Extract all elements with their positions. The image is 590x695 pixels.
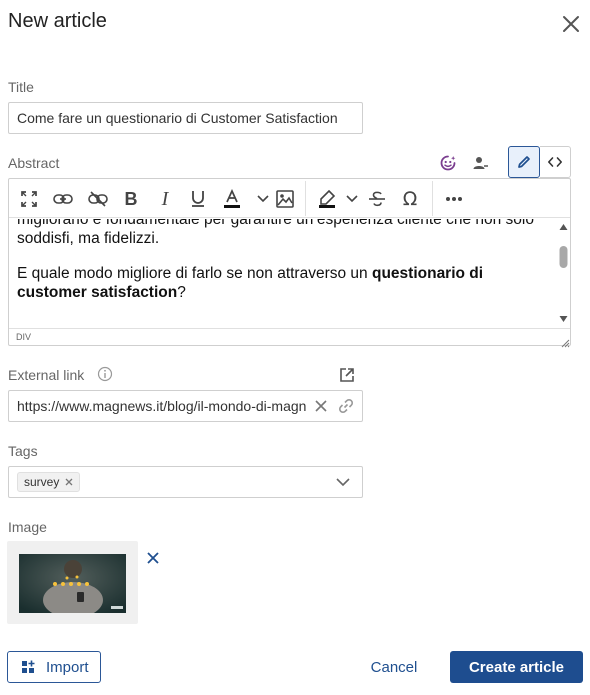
- tag-chip-label: survey: [24, 475, 60, 489]
- clear-icon[interactable]: [313, 398, 329, 414]
- info-icon[interactable]: [96, 365, 114, 383]
- resize-handle-icon[interactable]: [560, 335, 570, 348]
- create-article-button[interactable]: Create article: [450, 651, 583, 683]
- title-input[interactable]: Come fare un questionario di Customer Sa…: [8, 102, 363, 134]
- link-icon[interactable]: [51, 186, 75, 212]
- image-thumbnail[interactable]: [19, 554, 126, 618]
- abstract-label: Abstract: [8, 155, 60, 171]
- pencil-icon: [518, 156, 530, 168]
- open-external-icon[interactable]: [337, 365, 357, 385]
- unlink-icon[interactable]: [86, 186, 110, 212]
- remove-image-icon[interactable]: [145, 550, 161, 566]
- code-icon: [548, 157, 562, 167]
- special-char-icon[interactable]: Ω: [399, 186, 421, 212]
- editor-status-path: DIV: [9, 328, 570, 345]
- close-icon[interactable]: [559, 12, 583, 36]
- chevron-down-icon[interactable]: [255, 186, 271, 212]
- tags-select[interactable]: survey: [8, 466, 363, 498]
- highlight-icon[interactable]: [315, 186, 339, 212]
- toolbar-divider: [432, 181, 433, 216]
- ai-assistant-icon[interactable]: [437, 152, 459, 174]
- user-settings-icon[interactable]: [469, 152, 491, 174]
- edit-mode-button[interactable]: [508, 146, 540, 178]
- tags-label: Tags: [8, 443, 38, 459]
- abstract-editor: B I Ω migliorarlo è fondamentale per gar…: [8, 178, 571, 348]
- chevron-down-icon[interactable]: [344, 186, 360, 212]
- abstract-paragraph: E quale modo migliore di farlo se non at…: [17, 265, 484, 301]
- image-label: Image: [8, 519, 47, 535]
- toolbar-divider: [305, 181, 306, 216]
- editor-content[interactable]: migliorarlo è fondamentale per garantire…: [9, 219, 556, 327]
- title-input-value: Come fare un questionario di Customer Sa…: [17, 110, 338, 126]
- external-link-value: https://www.magnews.it/blog/il-mondo-di-…: [17, 398, 306, 414]
- chevron-down-icon[interactable]: [334, 474, 352, 490]
- image-preview-frame: [7, 541, 138, 624]
- remove-tag-icon[interactable]: [65, 478, 73, 486]
- tag-chip: survey: [17, 472, 81, 492]
- import-button[interactable]: Import: [7, 651, 101, 683]
- grid-add-icon: [21, 660, 36, 675]
- editor-toolbar: B I Ω: [9, 179, 570, 218]
- abstract-paragraph: migliorarlo è fondamentale per garantire…: [17, 219, 534, 247]
- title-label: Title: [8, 79, 34, 95]
- more-icon[interactable]: [442, 186, 466, 212]
- external-link-label: External link: [8, 367, 85, 383]
- editor-scrollbar[interactable]: [557, 219, 570, 327]
- external-link-input[interactable]: https://www.magnews.it/blog/il-mondo-di-…: [8, 390, 363, 422]
- bold-button[interactable]: B: [120, 186, 142, 212]
- text-color-icon[interactable]: [220, 186, 244, 212]
- fullscreen-icon[interactable]: [17, 186, 41, 212]
- image-icon[interactable]: [273, 186, 297, 212]
- chain-link-icon[interactable]: [337, 397, 355, 415]
- dialog-title: New article: [8, 10, 107, 32]
- import-label: Import: [46, 658, 89, 676]
- cancel-button[interactable]: Cancel: [362, 651, 426, 683]
- source-code-button[interactable]: [540, 146, 571, 178]
- underline-button[interactable]: [187, 186, 209, 212]
- italic-button[interactable]: I: [154, 186, 176, 212]
- strikethrough-icon[interactable]: [365, 186, 389, 212]
